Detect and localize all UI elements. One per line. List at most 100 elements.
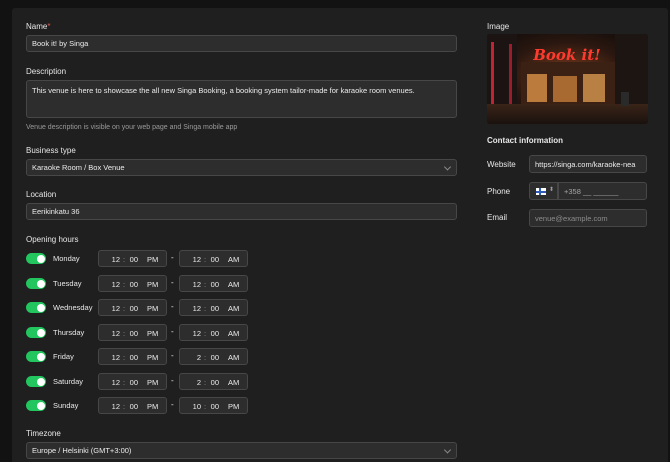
close-hour[interactable]: 10 <box>180 402 201 411</box>
toggle-knob <box>36 303 45 312</box>
open-minute[interactable]: 00 <box>128 329 138 338</box>
description-textarea[interactable]: This venue is here to showcase the all n… <box>26 80 457 118</box>
open-hour[interactable]: 12 <box>99 353 120 362</box>
contact-info-heading: Contact information <box>487 136 563 145</box>
phone-value: +358 __ ______ <box>564 186 619 196</box>
open-ampm[interactable]: PM <box>147 280 158 289</box>
open-ampm[interactable]: PM <box>147 402 158 411</box>
time-colon: : <box>204 255 207 264</box>
close-time-input[interactable]: 12:00 AM <box>179 324 248 341</box>
close-minute[interactable]: 00 <box>209 280 219 289</box>
location-input[interactable]: Eerikinkatu 36 <box>26 203 457 220</box>
email-input[interactable]: venue@example.com <box>529 209 647 227</box>
close-hour[interactable]: 2 <box>180 353 201 362</box>
description-hint: Venue description is visible on your web… <box>26 124 238 131</box>
open-hour[interactable]: 12 <box>99 329 120 338</box>
open-hour[interactable]: 12 <box>99 255 120 264</box>
close-time-input[interactable]: 2:00 AM <box>179 348 248 365</box>
time-colon: : <box>204 329 207 338</box>
phone-input[interactable]: +358 __ ______ <box>558 182 647 200</box>
website-value: https://singa.com/karaoke-nea <box>535 159 636 169</box>
close-time-input[interactable]: 12:00 AM <box>179 299 248 316</box>
open-minute[interactable]: 00 <box>128 353 138 362</box>
open-ampm[interactable]: PM <box>147 304 158 313</box>
close-time-input[interactable]: 12:00 AM <box>179 250 248 267</box>
close-minute[interactable]: 00 <box>209 402 219 411</box>
close-ampm[interactable]: AM <box>228 255 239 264</box>
close-hour[interactable]: 12 <box>180 304 201 313</box>
close-ampm[interactable]: PM <box>228 402 239 411</box>
close-minute[interactable]: 00 <box>209 255 219 264</box>
open-minute[interactable]: 00 <box>128 402 138 411</box>
time-colon: : <box>204 378 207 387</box>
day-enabled-toggle[interactable] <box>26 400 46 411</box>
time-colon: : <box>123 304 126 313</box>
venue-image[interactable]: Book it! <box>487 34 648 124</box>
close-minute[interactable]: 00 <box>209 378 219 387</box>
close-ampm[interactable]: AM <box>228 329 239 338</box>
time-colon: : <box>123 378 126 387</box>
open-minute[interactable]: 00 <box>128 378 138 387</box>
neon-sign-text: Book it! <box>532 46 601 64</box>
time-colon: : <box>123 255 126 264</box>
close-hour[interactable]: 12 <box>180 329 201 338</box>
updown-chevron-icon: ⬍ <box>549 187 555 193</box>
business-type-select[interactable]: Karaoke Room / Box Venue <box>26 159 457 176</box>
phone-country-select[interactable]: ⬍ <box>529 182 558 200</box>
close-time-input[interactable]: 12:00 AM <box>179 275 248 292</box>
day-enabled-toggle[interactable] <box>26 302 46 313</box>
close-ampm[interactable]: AM <box>228 304 239 313</box>
name-input[interactable]: Book it! by Singa <box>26 35 457 52</box>
open-time-input[interactable]: 12:00 PM <box>98 397 167 414</box>
range-separator: - <box>171 400 174 409</box>
timezone-select[interactable]: Europe / Helsinki (GMT+3:00) <box>26 442 457 459</box>
close-ampm[interactable]: AM <box>228 353 239 362</box>
day-enabled-toggle[interactable] <box>26 376 46 387</box>
open-ampm[interactable]: PM <box>147 329 158 338</box>
description-label: Description <box>26 67 67 76</box>
website-input[interactable]: https://singa.com/karaoke-nea <box>529 155 647 173</box>
open-ampm[interactable]: PM <box>147 255 158 264</box>
day-enabled-toggle[interactable] <box>26 253 46 264</box>
open-time-input[interactable]: 12:00 PM <box>98 348 167 365</box>
close-time-input[interactable]: 10:00 PM <box>179 397 248 414</box>
open-hour[interactable]: 12 <box>99 378 120 387</box>
close-minute[interactable]: 00 <box>209 329 219 338</box>
close-minute[interactable]: 00 <box>209 304 219 313</box>
close-time-input[interactable]: 2:00 AM <box>179 373 248 390</box>
open-hour[interactable]: 12 <box>99 280 120 289</box>
day-enabled-toggle[interactable] <box>26 278 46 289</box>
required-asterisk: * <box>47 22 51 31</box>
business-type-value: Karaoke Room / Box Venue <box>32 163 125 172</box>
time-colon: : <box>123 280 126 289</box>
close-hour[interactable]: 12 <box>180 255 201 264</box>
close-ampm[interactable]: AM <box>228 280 239 289</box>
opening-hours-label: Opening hours <box>26 235 79 244</box>
close-minute[interactable]: 00 <box>209 353 219 362</box>
close-hour[interactable]: 2 <box>180 378 201 387</box>
venue-photo-illustration: Book it! <box>487 34 648 124</box>
open-minute[interactable]: 00 <box>128 280 138 289</box>
day-label: Monday <box>53 254 80 263</box>
toggle-knob <box>36 279 45 288</box>
open-time-input[interactable]: 12:00 PM <box>98 275 167 292</box>
open-time-input[interactable]: 12:00 PM <box>98 299 167 316</box>
open-hour[interactable]: 12 <box>99 402 120 411</box>
day-label: Tuesday <box>53 279 82 288</box>
open-time-input[interactable]: 12:00 PM <box>98 373 167 390</box>
range-separator: - <box>171 253 174 262</box>
day-enabled-toggle[interactable] <box>26 327 46 338</box>
chevron-down-icon <box>443 445 452 454</box>
open-minute[interactable]: 00 <box>128 304 138 313</box>
day-enabled-toggle[interactable] <box>26 351 46 362</box>
close-hour[interactable]: 12 <box>180 280 201 289</box>
open-ampm[interactable]: PM <box>147 378 158 387</box>
open-minute[interactable]: 00 <box>128 255 138 264</box>
close-ampm[interactable]: AM <box>228 378 239 387</box>
open-time-input[interactable]: 12:00 PM <box>98 324 167 341</box>
day-label: Thursday <box>53 328 85 337</box>
open-ampm[interactable]: PM <box>147 353 158 362</box>
open-hour[interactable]: 12 <box>99 304 120 313</box>
time-colon: : <box>123 329 126 338</box>
open-time-input[interactable]: 12:00 PM <box>98 250 167 267</box>
